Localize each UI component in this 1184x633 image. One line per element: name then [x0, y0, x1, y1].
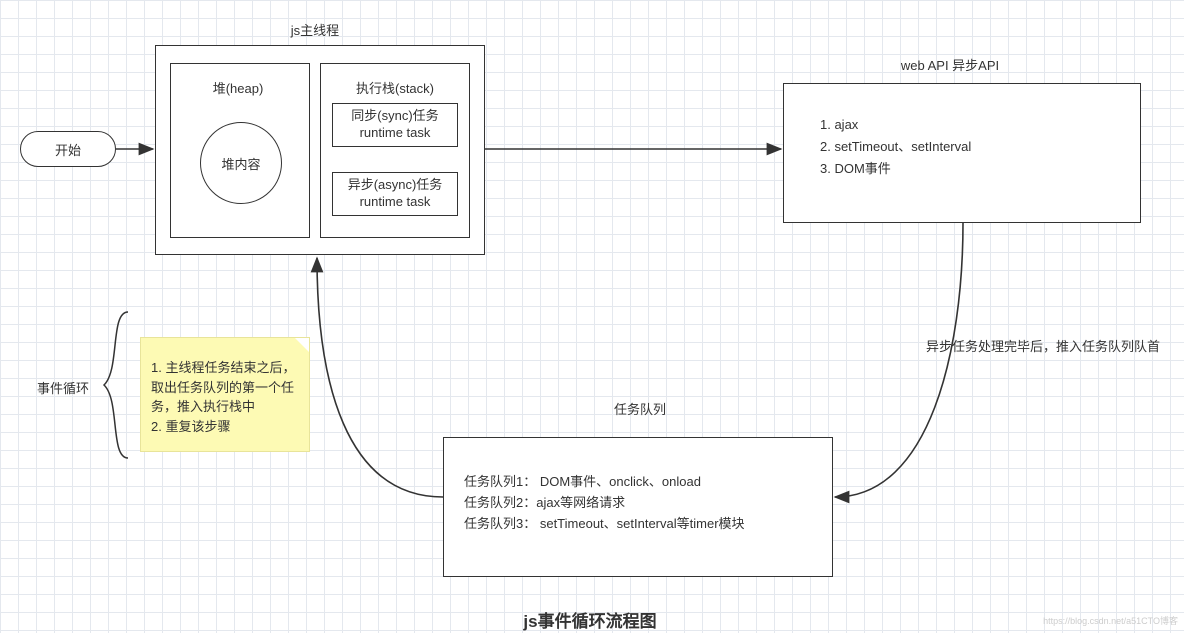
watermark: https://blog.csdn.net/a51CTO博客	[1043, 614, 1178, 627]
note-line-1: 1. 主线程任务结束之后，取出任务队列的第一个任务，推入执行栈中	[151, 358, 303, 417]
sync-task-text: 同步(sync)任务 runtime task	[351, 108, 438, 142]
webapi-item-3: 3. DOM事件	[820, 158, 1104, 180]
eventloop-label: 事件循环	[33, 378, 93, 397]
taskqueue-box: 任务队列1： DOM事件、onclick、onload 任务队列2：ajax等网…	[443, 437, 833, 577]
footer-title: js事件循环流程图	[460, 607, 720, 632]
start-node: 开始	[20, 131, 116, 167]
sync-task: 同步(sync)任务 runtime task	[332, 103, 458, 147]
taskqueue-line-1: 任务队列1： DOM事件、onclick、onload	[464, 472, 812, 493]
webapi-item-2: 2. setTimeout、setInterval	[820, 136, 1104, 158]
webapi-box: 1. ajax 2. setTimeout、setInterval 3. DOM…	[783, 83, 1141, 223]
taskqueue-line-2: 任务队列2：ajax等网络请求	[464, 493, 812, 514]
heap-content: 堆内容	[221, 154, 260, 173]
taskqueue-line-3: 任务队列3： setTimeout、setInterval等timer模块	[464, 514, 812, 535]
note-line-2: 2. 重复该步骤	[151, 417, 303, 437]
brace-icon	[98, 310, 134, 460]
async-task: 异步(async)任务 runtime task	[332, 172, 458, 216]
heap-circle: 堆内容	[200, 122, 282, 204]
mainthread-title: js主线程	[275, 20, 355, 39]
start-label: 开始	[55, 140, 81, 159]
async-task-text: 异步(async)任务 runtime task	[348, 177, 443, 211]
taskqueue-title: 任务队列	[600, 399, 680, 418]
stack-title: 执行栈(stack)	[340, 78, 450, 97]
edge-label-async-done: 异步任务处理完毕后，推入任务队列队首	[918, 336, 1168, 355]
webapi-title: web API 异步API	[840, 55, 1060, 74]
webapi-item-1: 1. ajax	[820, 114, 1104, 136]
heap-title: 堆(heap)	[198, 78, 278, 97]
note: 1. 主线程任务结束之后，取出任务队列的第一个任务，推入执行栈中 2. 重复该步…	[140, 337, 310, 452]
